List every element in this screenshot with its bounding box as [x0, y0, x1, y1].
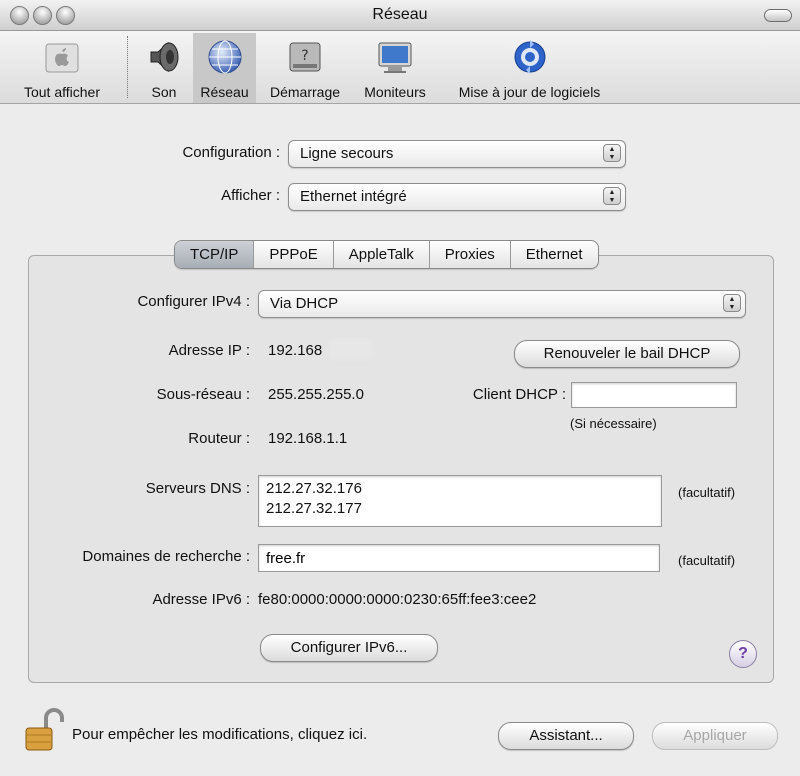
- toolbar-item-label: Moniteurs: [364, 84, 426, 100]
- popup-arrows-icon: ▲ ▼: [603, 144, 621, 162]
- ipv4-label: Configurer IPv4 :: [137, 293, 250, 310]
- tab-tcpip[interactable]: TCP/IP: [175, 241, 254, 268]
- tab-appletalk[interactable]: AppleTalk: [332, 241, 429, 268]
- ipv4-popup[interactable]: Via DHCP ▲ ▼: [258, 290, 746, 318]
- router-value: 192.168.1.1: [268, 430, 348, 447]
- afficher-label: Afficher :: [221, 187, 280, 204]
- dns-server-entry: 212.27.32.177: [266, 500, 362, 517]
- speaker-icon: [150, 41, 179, 73]
- search-optional-hint: (facultatif): [678, 553, 736, 568]
- dhcp-client-label: Client DHCP :: [472, 386, 566, 403]
- search-domains-label: Domaines de recherche :: [82, 548, 250, 565]
- tab-proxies[interactable]: Proxies: [428, 241, 510, 268]
- monitor-icon: [378, 42, 412, 73]
- svg-text:?: ?: [301, 48, 308, 64]
- renew-dhcp-lease-button[interactable]: Renouveler le bail DHCP: [514, 340, 740, 368]
- popup-arrows-icon: ▲ ▼: [723, 294, 741, 312]
- hard-disk-icon: ?: [289, 42, 321, 72]
- toolbar-item-demarrage[interactable]: ? Démarrage: [262, 33, 348, 103]
- redacted-ip-part: [328, 339, 372, 359]
- ipv4-value: Via DHCP: [270, 295, 339, 312]
- toolbar-item-label: Réseau: [200, 84, 249, 100]
- configuration-popup[interactable]: Ligne secours ▲ ▼: [288, 140, 626, 168]
- ip-address-label: Adresse IP :: [168, 342, 250, 359]
- subnet-value: 255.255.255.0: [268, 386, 364, 403]
- search-domains-field[interactable]: [258, 544, 660, 572]
- help-button[interactable]: ?: [729, 640, 757, 668]
- globe-icon: [208, 40, 241, 74]
- ip-address-value: 192.168: [268, 342, 323, 359]
- configure-ipv6-button[interactable]: Configurer IPv6...: [260, 634, 438, 662]
- ipv6-address-label: Adresse IPv6 :: [152, 591, 250, 608]
- subnet-label: Sous-réseau :: [156, 386, 250, 403]
- dhcp-client-field[interactable]: [571, 382, 737, 408]
- tab-bar: TCP/IP PPPoE AppleTalk Proxies Ethernet: [174, 240, 599, 269]
- afficher-popup[interactable]: Ethernet intégré ▲ ▼: [288, 183, 626, 211]
- assistant-button[interactable]: Assistant...: [498, 722, 634, 750]
- dns-servers-field[interactable]: 212.27.32.176 212.27.32.177: [258, 475, 662, 527]
- dhcp-client-hint: (Si nécessaire): [570, 416, 657, 431]
- toolbar-separator: [127, 36, 128, 98]
- toolbar-toggle-button[interactable]: [764, 9, 792, 22]
- tab-ethernet[interactable]: Ethernet: [509, 241, 598, 268]
- dns-server-entry: 212.27.32.176: [266, 480, 362, 497]
- dns-label: Serveurs DNS :: [145, 480, 250, 497]
- configuration-value: Ligne secours: [300, 145, 394, 162]
- configuration-label: Configuration :: [182, 144, 280, 161]
- afficher-value: Ethernet intégré: [300, 188, 407, 205]
- toolbar-item-label: Mise à jour de logiciels: [458, 84, 601, 100]
- router-label: Routeur :: [188, 430, 250, 447]
- toolbar-item-label: Démarrage: [269, 84, 341, 100]
- popup-arrows-icon: ▲ ▼: [603, 187, 621, 205]
- dns-optional-hint: (facultatif): [678, 485, 736, 500]
- toolbar-item-tout-afficher[interactable]: Tout afficher: [6, 33, 118, 103]
- lock-open-icon[interactable]: [24, 708, 64, 752]
- tab-pppoe[interactable]: PPPoE: [253, 241, 332, 268]
- window-title: Réseau: [372, 6, 428, 23]
- apple-logo-icon: [45, 43, 79, 73]
- toolbar-item-reseau[interactable]: Réseau: [193, 33, 256, 103]
- tab-panel: [28, 255, 774, 683]
- toolbar-item-label: Tout afficher: [23, 84, 100, 100]
- apply-button[interactable]: Appliquer: [652, 722, 778, 750]
- software-update-icon: [514, 40, 545, 74]
- toolbar-item-son[interactable]: Son: [136, 33, 192, 103]
- toolbar-item-label: Son: [151, 84, 177, 100]
- toolbar-item-moniteurs[interactable]: Moniteurs: [354, 33, 436, 103]
- ipv6-address-value: fe80:0000:0000:0000:0230:65ff:fee3:cee2: [258, 591, 537, 608]
- lock-message[interactable]: Pour empêcher les modifications, cliquez…: [72, 726, 367, 743]
- toolbar-item-mise-a-jour[interactable]: Mise à jour de logiciels: [442, 33, 617, 103]
